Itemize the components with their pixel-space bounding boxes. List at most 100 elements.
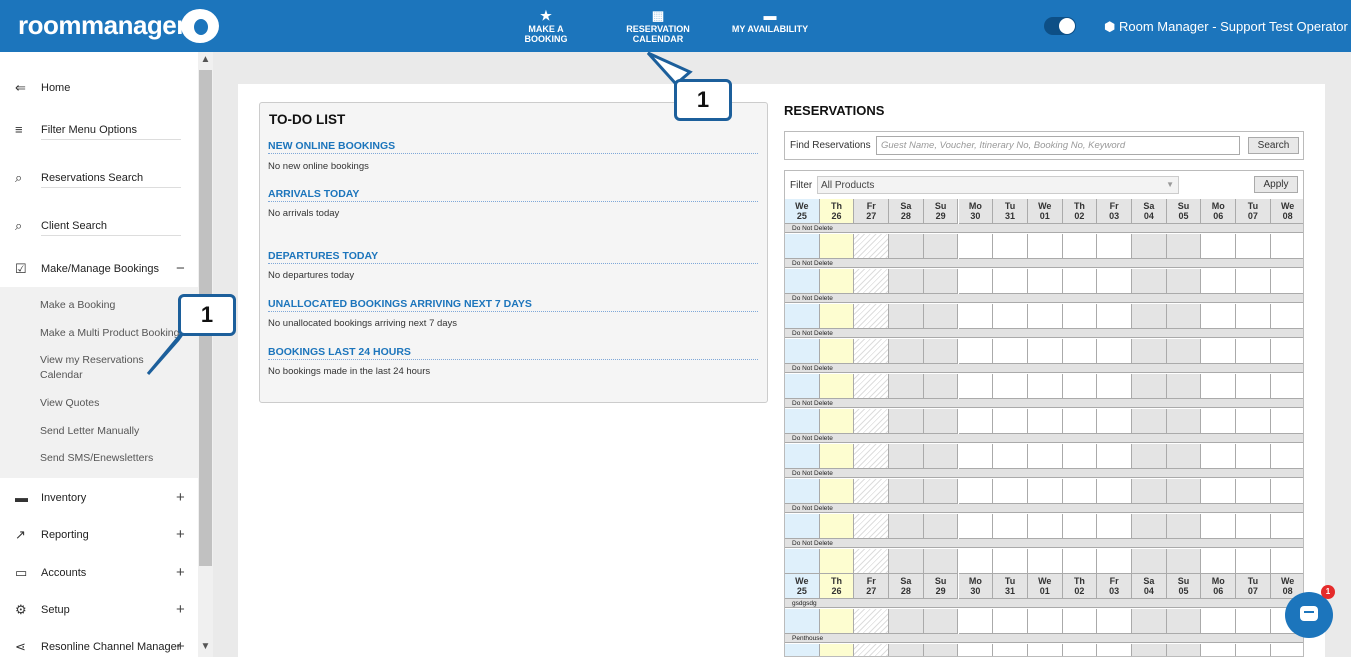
availability-cell[interactable] xyxy=(1097,304,1132,329)
availability-cell[interactable] xyxy=(993,479,1028,504)
collapse-icon[interactable]: − xyxy=(176,260,185,277)
availability-cell[interactable] xyxy=(1270,644,1303,656)
availability-cell[interactable] xyxy=(889,409,924,434)
availability-cell[interactable] xyxy=(819,444,855,469)
availability-cell[interactable] xyxy=(1201,609,1237,634)
availability-cell[interactable] xyxy=(1166,444,1202,469)
availability-cell[interactable] xyxy=(923,374,959,399)
availability-cell[interactable] xyxy=(854,514,890,539)
availability-cell[interactable] xyxy=(1270,304,1303,329)
availability-cell[interactable] xyxy=(958,479,994,504)
availability-cell[interactable] xyxy=(1236,234,1271,259)
availability-cell[interactable] xyxy=(993,609,1028,634)
availability-cell[interactable] xyxy=(993,304,1028,329)
availability-cell[interactable] xyxy=(889,234,924,259)
availability-cell[interactable] xyxy=(1027,409,1063,434)
availability-cell[interactable] xyxy=(1201,339,1237,364)
availability-cell[interactable] xyxy=(1201,409,1237,434)
availability-cell[interactable] xyxy=(1132,549,1167,574)
availability-cell[interactable] xyxy=(923,304,959,329)
availability-cell[interactable] xyxy=(1097,479,1132,504)
availability-cell[interactable] xyxy=(819,609,855,634)
availability-cell[interactable] xyxy=(819,644,855,656)
availability-cell[interactable] xyxy=(785,234,820,259)
availability-cell[interactable] xyxy=(785,409,820,434)
availability-cell[interactable] xyxy=(1270,269,1303,294)
submenu-reservations-calendar[interactable]: View my Reservations Calendar xyxy=(40,353,160,383)
nav-make-booking[interactable]: ★ MAKE A BOOKING xyxy=(506,8,586,44)
availability-cell[interactable] xyxy=(958,374,994,399)
availability-cell[interactable] xyxy=(993,234,1028,259)
availability-cell[interactable] xyxy=(1132,514,1167,539)
availability-cell[interactable] xyxy=(1166,644,1202,656)
availability-cell[interactable] xyxy=(854,644,890,656)
availability-cell[interactable] xyxy=(785,609,820,634)
availability-cell[interactable] xyxy=(854,609,890,634)
todo-heading-arrivals[interactable]: ARRIVALS TODAY xyxy=(268,188,758,202)
availability-cell[interactable] xyxy=(1236,409,1271,434)
availability-cell[interactable] xyxy=(889,609,924,634)
availability-cell[interactable] xyxy=(854,304,890,329)
availability-cell[interactable] xyxy=(1236,444,1271,469)
availability-cell[interactable] xyxy=(923,269,959,294)
availability-cell[interactable] xyxy=(1132,479,1167,504)
availability-cell[interactable] xyxy=(819,304,855,329)
todo-heading-unallocated[interactable]: UNALLOCATED BOOKINGS ARRIVING NEXT 7 DAY… xyxy=(268,298,758,312)
availability-cell[interactable] xyxy=(958,444,994,469)
expand-icon[interactable]: + xyxy=(176,601,185,618)
scroll-down-icon[interactable]: ▼ xyxy=(199,641,212,655)
availability-cell[interactable] xyxy=(993,374,1028,399)
availability-cell[interactable] xyxy=(819,269,855,294)
availability-cell[interactable] xyxy=(1236,269,1271,294)
user-menu[interactable]: ⬢ Room Manager - Support Test Operator xyxy=(1104,19,1348,35)
availability-cell[interactable] xyxy=(1097,644,1132,656)
availability-cell[interactable] xyxy=(1097,339,1132,364)
nav-reservation-calendar[interactable]: ▦ RESERVATION CALENDAR xyxy=(600,8,716,44)
availability-cell[interactable] xyxy=(1270,444,1303,469)
search-button[interactable]: Search xyxy=(1248,137,1299,154)
availability-cell[interactable] xyxy=(1132,269,1167,294)
availability-cell[interactable] xyxy=(1062,514,1098,539)
expand-icon[interactable]: + xyxy=(176,564,185,581)
availability-cell[interactable] xyxy=(785,479,820,504)
availability-cell[interactable] xyxy=(958,339,994,364)
availability-cell[interactable] xyxy=(1097,549,1132,574)
availability-cell[interactable] xyxy=(1270,339,1303,364)
availability-cell[interactable] xyxy=(1027,479,1063,504)
app-logo[interactable]: roommanager xyxy=(18,10,186,41)
availability-cell[interactable] xyxy=(1027,339,1063,364)
availability-cell[interactable] xyxy=(854,444,890,469)
availability-cell[interactable] xyxy=(819,339,855,364)
availability-cell[interactable] xyxy=(889,374,924,399)
availability-cell[interactable] xyxy=(819,479,855,504)
availability-cell[interactable] xyxy=(1027,514,1063,539)
availability-cell[interactable] xyxy=(1062,549,1098,574)
availability-cell[interactable] xyxy=(923,234,959,259)
availability-cell[interactable] xyxy=(1062,304,1098,329)
expand-icon[interactable]: + xyxy=(176,526,185,543)
availability-cell[interactable] xyxy=(1236,514,1271,539)
availability-cell[interactable] xyxy=(1132,339,1167,364)
availability-cell[interactable] xyxy=(785,549,820,574)
availability-cell[interactable] xyxy=(1132,234,1167,259)
availability-cell[interactable] xyxy=(889,339,924,364)
availability-cell[interactable] xyxy=(1062,234,1098,259)
availability-cell[interactable] xyxy=(1062,609,1098,634)
availability-cell[interactable] xyxy=(923,514,959,539)
availability-cell[interactable] xyxy=(1027,609,1063,634)
availability-cell[interactable] xyxy=(993,339,1028,364)
availability-cell[interactable] xyxy=(854,549,890,574)
availability-cell[interactable] xyxy=(958,409,994,434)
find-reservations-input[interactable]: Guest Name, Voucher, Itinerary No, Booki… xyxy=(876,136,1240,155)
availability-cell[interactable] xyxy=(923,644,959,656)
availability-cell[interactable] xyxy=(1166,514,1202,539)
availability-cell[interactable] xyxy=(1201,514,1237,539)
availability-cell[interactable] xyxy=(1097,609,1132,634)
availability-cell[interactable] xyxy=(1201,234,1237,259)
product-filter-select[interactable]: All Products ▼ xyxy=(817,176,1179,194)
availability-cell[interactable] xyxy=(1027,269,1063,294)
availability-cell[interactable] xyxy=(854,339,890,364)
availability-cell[interactable] xyxy=(1236,644,1271,656)
availability-cell[interactable] xyxy=(1062,444,1098,469)
availability-cell[interactable] xyxy=(1236,339,1271,364)
